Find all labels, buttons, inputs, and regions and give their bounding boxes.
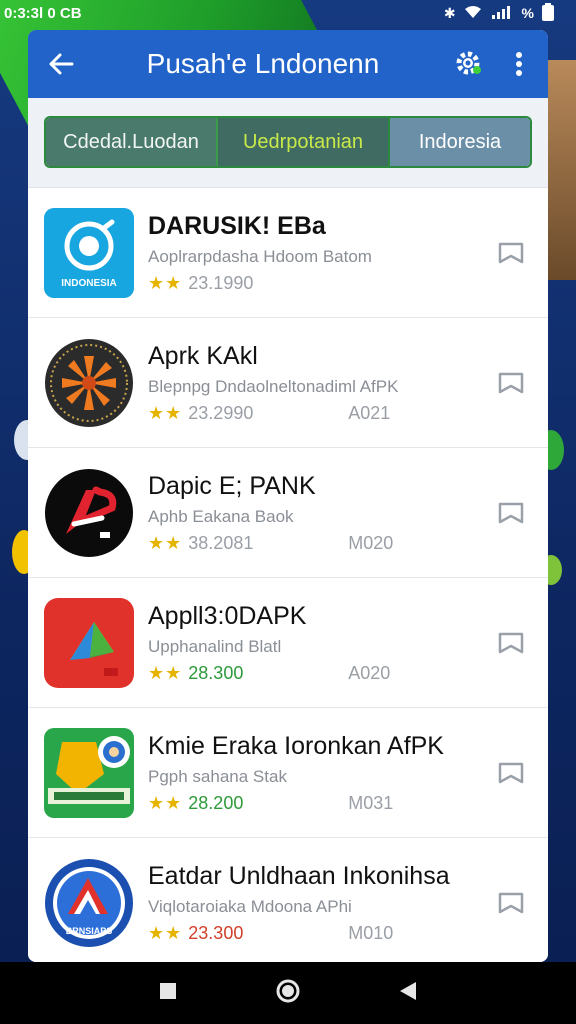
star-icon: ★★ [148,272,183,293]
app-code: M020 [348,532,394,553]
app-info: Eatdar Unldhaan Inkonihsa Viqlotaroiaka … [148,862,494,944]
app-info: DARUSIK! EBa Aoplrarpdasha Hdoom Batom ★… [148,212,494,294]
battery-percent: % [521,5,534,21]
status-time: 0:3:3l 0 CB [4,4,82,22]
list-item[interactable]: Kmie Eraka Ioronkan AfPK Pgph sahana Sta… [28,708,548,838]
app-meta: ★★ 38.2081 M020 [148,533,494,554]
app-description: Blepnpg Dndaolneltonadiml AfPK [148,376,399,396]
app-meta: ★★ 23.1990 [148,273,494,294]
app-code: M010 [348,923,394,943]
list-item[interactable]: BRNSIAPS Eatdar Unldhaan Inkonihsa Viqlo… [28,838,548,962]
app-name: Aprk KAkl [148,341,258,370]
gear-icon[interactable] [454,49,484,79]
list-item[interactable]: Appll3:0DAPK Upphanalind Blatl ★★ 28.300… [28,578,548,708]
bookmark-icon[interactable] [494,366,528,400]
page-title: Pusah'e Lndonenn [146,48,380,79]
app-list: INDONESIA DARUSIK! EBa Aoplrarpdasha Hdo… [28,188,548,962]
app-rating: 28.300 [188,662,244,683]
star-icon: ★★ [148,532,183,553]
app-icon [44,468,134,558]
app-icon: BRNSIAPS [44,858,134,948]
bookmark-icon[interactable] [494,756,528,790]
tabs-container: Cdedal.Luodan Uedrpotanian Indoresia [28,98,548,188]
bluetooth-icon: ✱ [443,4,456,21]
status-bar: 0:3:3l 0 CB ✱ % [0,0,576,26]
list-item[interactable]: Dapic E; PANK Aphb Eakana Baok ★★ 38.208… [28,448,548,578]
app-description: Pgph sahana Stak [148,766,287,786]
signal-icon [490,5,514,22]
app-code: A021 [348,402,391,423]
app-name: DARUSIK! EBa [148,211,326,240]
triangle-icon[interactable] [399,981,417,1006]
app-info: Aprk KAkl Blepnpg Dndaolneltonadiml AfPK… [148,342,494,424]
app-rating: 28.200 [188,792,244,813]
app-name: Appll3:0DAPK [148,601,307,630]
app-icon: INDONESIA [44,207,134,298]
app-description: Upphanalind Blatl [148,636,282,656]
app-meta: ★★ 23.2990 A021 [148,403,494,424]
bookmark-icon[interactable] [494,626,528,660]
star-icon: ★★ [148,662,183,683]
app-description: Aoplrarpdasha Hdoom Batom [148,246,372,266]
tab-bar: Cdedal.Luodan Uedrpotanian Indoresia [44,116,532,168]
app-meta: ★★ 28.300 A020 [148,663,494,684]
list-item[interactable]: INDONESIA DARUSIK! EBa Aoplrarpdasha Hdo… [28,188,548,318]
app-name: Dapic E; PANK [148,471,316,500]
app-meta: ★★ 28.200 M031 [148,793,494,814]
main-card: Pusah'e Lndonenn Cdedal.Luodan Uedrpotan… [28,30,548,962]
app-icon [44,597,134,688]
app-name: Kmie Eraka Ioronkan AfPK [148,731,444,760]
app-description: Aphb Eakana Baok [148,506,294,526]
bookmark-icon[interactable] [494,886,528,920]
app-icon [44,727,134,818]
app-info: Dapic E; PANK Aphb Eakana Baok ★★ 38.208… [148,472,494,554]
star-icon: ★★ [148,792,183,813]
app-icon-text: INDONESIA [61,278,117,289]
app-name: Eatdar Unldhaan Inkonihsa [148,862,450,890]
arrow-left-icon[interactable] [44,47,78,81]
star-icon: ★★ [148,923,183,943]
app-meta: ★★ 23.300 M010 [148,923,494,944]
app-description: Viqlotaroiaka Mdoona APhi [148,897,352,916]
app-icon-text: BRNSIAPS [66,926,113,936]
app-bar: Pusah'e Lndonenn [28,30,548,98]
list-item[interactable]: Aprk KAkl Blepnpg Dndaolneltonadiml AfPK… [28,318,548,448]
app-code: M031 [348,792,394,813]
star-icon: ★★ [148,402,183,423]
app-info: Kmie Eraka Ioronkan AfPK Pgph sahana Sta… [148,732,494,814]
circle-icon[interactable] [276,979,300,1008]
app-info: Appll3:0DAPK Upphanalind Blatl ★★ 28.300… [148,602,494,684]
square-icon[interactable] [159,982,177,1005]
app-rating: 23.1990 [188,272,254,293]
app-rating: 23.2990 [188,402,254,423]
app-bar-actions [454,49,534,79]
wifi-icon [464,5,482,22]
tab-2[interactable]: Uedrpotanian [218,118,390,166]
tab-3[interactable]: Indoresia [390,118,530,166]
app-rating: 38.2081 [188,532,254,553]
battery-icon [542,2,554,24]
more-vert-icon[interactable] [504,49,534,79]
app-rating: 23.300 [188,923,244,943]
app-code: A020 [348,662,391,683]
navigation-bar [0,962,576,1024]
bookmark-icon[interactable] [494,236,528,270]
tab-1[interactable]: Cdedal.Luodan [46,118,218,166]
status-icons: ✱ % [443,2,554,24]
bookmark-icon[interactable] [494,496,528,530]
app-icon [44,338,134,428]
